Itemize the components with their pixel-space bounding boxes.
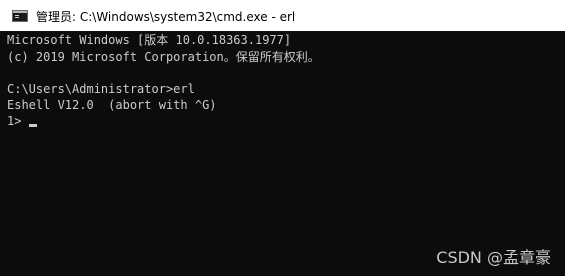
title-bar[interactable]: 管理员: C:\Windows\system32\cmd.exe - erl <box>0 0 565 31</box>
prompt-text: 1> <box>7 114 29 128</box>
watermark: CSDN @孟章豪 <box>436 248 551 267</box>
console-output[interactable]: Microsoft Windows [版本 10.0.18363.1977] (… <box>0 31 565 276</box>
console-line: Microsoft Windows [版本 10.0.18363.1977] <box>7 33 292 47</box>
window-title: 管理员: C:\Windows\system32\cmd.exe - erl <box>36 10 296 24</box>
console-line: C:\Users\Administrator>erl <box>7 82 195 96</box>
console-icon[interactable] <box>12 10 28 22</box>
console-line: (c) 2019 Microsoft Corporation。保留所有权利。 <box>7 50 320 64</box>
console-line: Eshell V12.0 (abort with ^G) <box>7 98 217 112</box>
cmd-window: 管理员: C:\Windows\system32\cmd.exe - erl M… <box>0 0 565 276</box>
text-cursor <box>28 124 37 127</box>
prompt-line[interactable]: 1> <box>7 113 37 129</box>
